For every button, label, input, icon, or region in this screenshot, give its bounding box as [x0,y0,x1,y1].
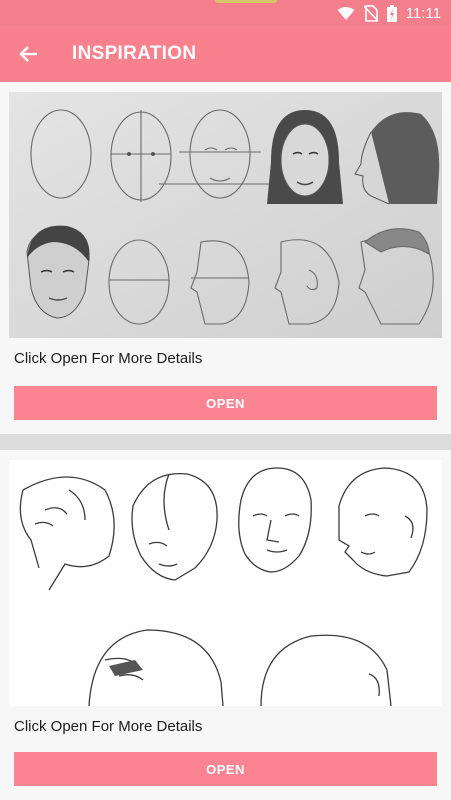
battery-icon [386,4,397,22]
status-time: 11:11 [405,4,441,22]
sketch-illustration [9,460,442,706]
back-button[interactable] [16,41,42,67]
inspiration-card-1: Click Open For More Details OPEN [0,82,451,434]
card-caption: Click Open For More Details [14,718,203,735]
card-image-head-angles[interactable] [9,460,442,706]
card-separator [0,434,451,450]
page-title: INSPIRATION [72,43,197,64]
card-image-face-proportions[interactable] [9,92,442,338]
status-icons: 11:11 [337,4,441,22]
camera-notch [215,0,277,3]
no-sim-icon [363,4,378,22]
sketch-illustration [9,92,442,338]
open-button[interactable]: OPEN [14,386,437,420]
status-bar: 11:11 [0,0,451,26]
card-caption: Click Open For More Details [14,350,203,367]
open-button[interactable]: OPEN [14,752,437,786]
arrow-left-icon [19,46,37,62]
inspiration-card-2: Click Open For More Details OPEN [0,450,451,800]
wifi-icon [337,6,355,20]
app-bar: INSPIRATION [0,26,451,82]
